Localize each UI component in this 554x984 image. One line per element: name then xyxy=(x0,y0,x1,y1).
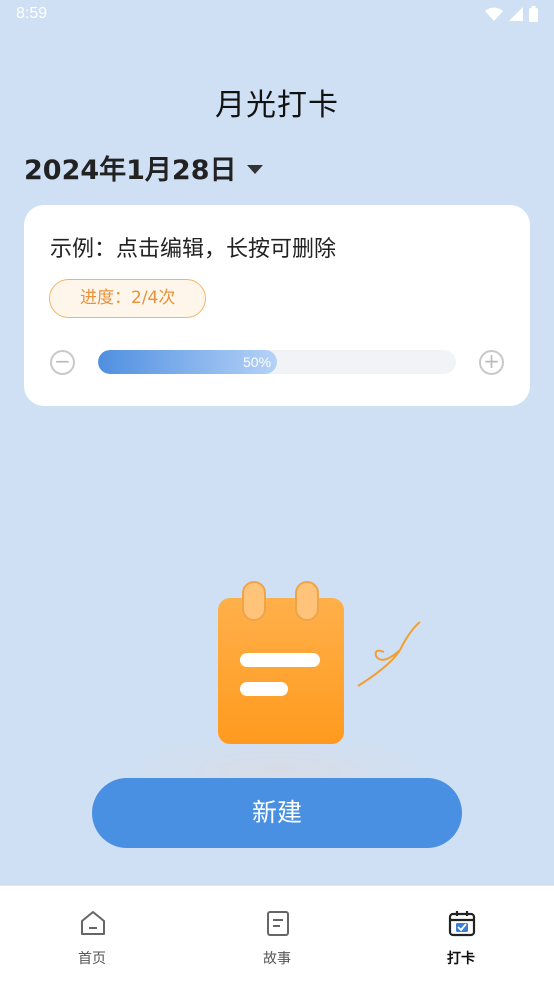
tab-checkin[interactable]: 打卡 xyxy=(401,886,521,984)
doodle-swirl xyxy=(357,621,421,687)
status-bar: 8:59 xyxy=(0,0,554,30)
tab-story-label: 故事 xyxy=(263,951,291,967)
tab-home[interactable]: 首页 xyxy=(32,886,152,984)
page-title: 月光打卡 xyxy=(215,88,339,123)
tab-story[interactable]: 故事 xyxy=(217,886,337,984)
date-label: 2024年1月28日 xyxy=(24,155,237,186)
caret-down-icon xyxy=(246,165,263,174)
notepad-ring-left xyxy=(242,581,266,621)
minus-icon: − xyxy=(54,349,71,373)
tab-checkin-label: 打卡 xyxy=(447,951,475,967)
decrement-button[interactable]: − xyxy=(50,350,75,375)
progress-bar: 50% xyxy=(98,350,456,374)
notepad-line-2 xyxy=(240,682,288,696)
story-icon xyxy=(267,911,289,936)
notepad-body xyxy=(218,598,344,744)
notepad-ring-right xyxy=(295,581,319,621)
progress-badge: 进度：2/4次 xyxy=(49,279,207,318)
wifi-icon xyxy=(485,7,503,21)
progress-percent: 50% xyxy=(243,354,272,370)
tab-home-label: 首页 xyxy=(78,951,106,967)
plus-icon: + xyxy=(483,349,500,373)
bottom-tab-bar: 首页 故事 打卡 xyxy=(0,885,554,984)
home-icon xyxy=(81,911,105,935)
new-button[interactable]: 新建 xyxy=(92,778,462,848)
task-card[interactable]: 示例：点击编辑，长按可删除 进度：2/4次 − 50% + xyxy=(24,205,530,406)
status-icons xyxy=(485,6,538,22)
notepad-illustration xyxy=(108,581,448,780)
date-selector[interactable]: 2024年1月28日 xyxy=(24,148,263,187)
checkin-calendar-icon xyxy=(448,911,476,937)
notepad-line-1 xyxy=(240,653,320,667)
increment-button[interactable]: + xyxy=(479,350,504,375)
signal-icon xyxy=(509,7,523,21)
status-time: 8:59 xyxy=(16,5,48,22)
battery-icon xyxy=(529,6,538,22)
task-title: 示例：点击编辑，长按可删除 xyxy=(50,237,337,262)
